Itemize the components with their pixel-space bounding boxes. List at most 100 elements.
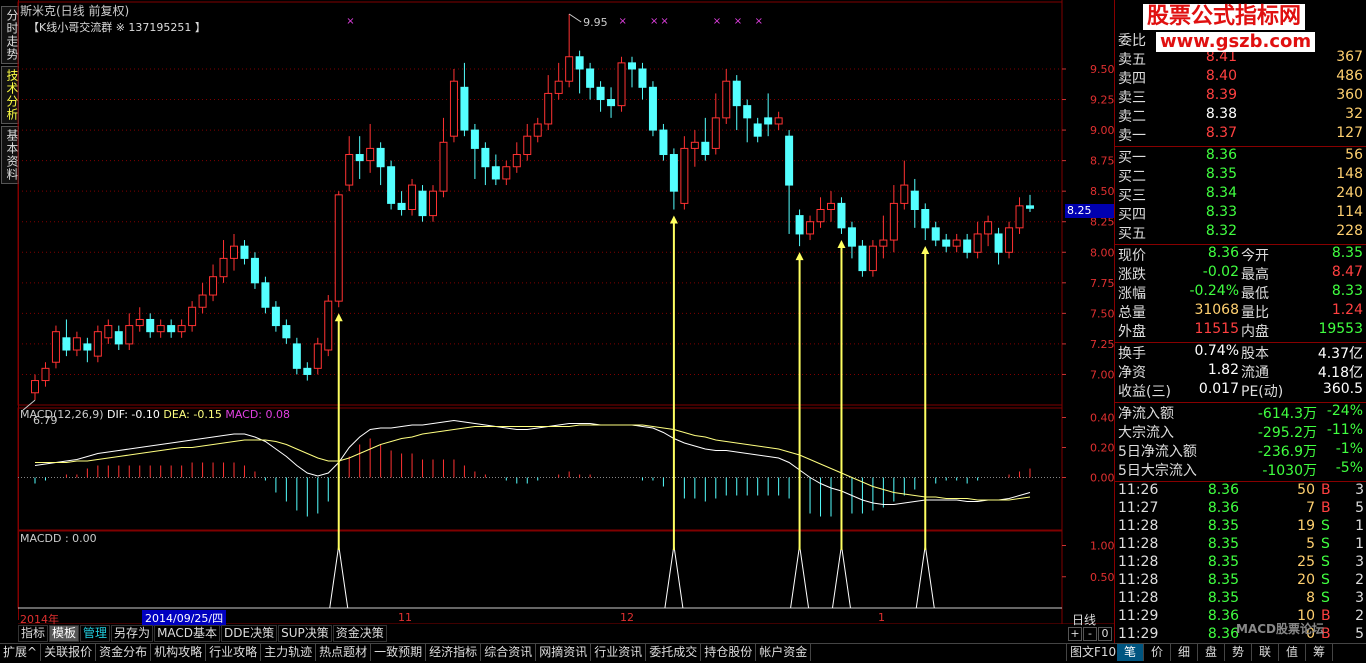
flow-value: -614.3万: [1257, 406, 1317, 422]
toolbar-button[interactable]: MACD基本: [154, 625, 221, 642]
candle-down: [418, 190, 427, 217]
candle-up: [816, 209, 825, 223]
macd-dif: DIF: -0.10: [107, 408, 160, 421]
bottom-function-button[interactable]: 关联报价: [41, 644, 97, 661]
candle-up: [900, 184, 909, 204]
price-tick-label: 7.75: [1090, 277, 1114, 290]
right-panel-tab[interactable]: 势: [1225, 644, 1252, 661]
bottom-function-button[interactable]: 持仓股份: [701, 644, 757, 661]
bottom-function-button[interactable]: 资金分布: [96, 644, 152, 661]
bottom-function-button[interactable]: 行业资讯: [591, 644, 647, 661]
flow-percent: -24%: [1326, 403, 1363, 419]
candle-down: [942, 239, 951, 247]
bottom-function-button[interactable]: 机构攻略: [151, 644, 207, 661]
flow-percent: -11%: [1326, 422, 1363, 438]
selected-date-label: 2014/09/25/四: [142, 610, 227, 626]
tick-side: S: [1321, 572, 1330, 588]
bottom-function-button[interactable]: 帐户资金: [756, 644, 812, 661]
buy-level-row: 买三 8.34 240: [1117, 185, 1365, 204]
bottom-function-button[interactable]: 网摘资讯: [536, 644, 592, 661]
tick-volume: 7: [1306, 500, 1315, 516]
right-panel-tab[interactable]: 笔: [1117, 644, 1144, 661]
fund-flow-row: 净流入额 -614.3万 -24%: [1117, 403, 1365, 422]
toolbar-button[interactable]: DDE决策: [221, 625, 278, 642]
zoom-reset-button[interactable]: 0: [1098, 627, 1112, 641]
top-signal-marker: ×: [650, 16, 658, 27]
toolbar-button[interactable]: 模板: [49, 625, 80, 642]
stat-value: 8.36: [1207, 245, 1239, 261]
candle-up: [868, 245, 877, 272]
right-panel-tab[interactable]: 筹: [1306, 644, 1333, 661]
candle-down: [837, 202, 846, 229]
candle-up: [209, 276, 218, 296]
macdd-tick-label: 1.00: [1090, 540, 1114, 553]
level-label: 卖三: [1118, 90, 1146, 106]
tick-row: 11:28 8.35 19 S 1: [1117, 518, 1365, 537]
price-tick-label: 8.75: [1090, 155, 1114, 168]
candle-up: [219, 257, 228, 278]
candle-up: [827, 202, 835, 210]
bottom-function-button[interactable]: 委托成交: [646, 644, 702, 661]
tick-row: 11:26 8.36 50 B 3: [1117, 482, 1365, 501]
flow-value: -1030万: [1262, 463, 1317, 479]
bottom-function-button[interactable]: 热点题材: [316, 644, 372, 661]
candle-up: [952, 239, 961, 247]
kline-chart[interactable]: 9.50 9.25 9.00 8.75 8.50 8.25 8.00 7.75 7.50 7.25…: [0, 0, 1114, 624]
toolbar-button[interactable]: 资金决策: [332, 625, 387, 642]
tick-count: 2: [1355, 572, 1364, 588]
toolbar-button[interactable]: SUP决策: [278, 625, 332, 642]
toolbar-button[interactable]: 指标: [18, 625, 49, 642]
level-price: 8.34: [1205, 185, 1237, 201]
price-tick-label: 7.25: [1090, 338, 1114, 351]
level-volume: 360: [1336, 87, 1363, 103]
toolbar-button[interactable]: 另存为: [111, 625, 154, 642]
tick-side: S: [1321, 554, 1330, 570]
level-volume: 148: [1336, 166, 1363, 182]
right-panel-tab[interactable]: 盘: [1198, 644, 1225, 661]
zoom-out-button[interactable]: -: [1083, 627, 1097, 641]
buy-level-row: 买五 8.32 228: [1117, 223, 1365, 242]
price-tick-label: 8.00: [1090, 246, 1114, 259]
bottom-function-button[interactable]: 图文F10: [1066, 644, 1121, 661]
bottom-function-button[interactable]: 扩展^: [0, 644, 42, 661]
toolbar-button[interactable]: 管理: [80, 625, 111, 642]
stat-label: 净资: [1118, 365, 1146, 381]
candle-up: [512, 154, 521, 168]
candle-up: [125, 325, 134, 345]
candle-up: [544, 92, 553, 125]
bottom-function-button[interactable]: 经济指标: [426, 644, 482, 661]
level-volume: 486: [1336, 68, 1363, 84]
right-panel-tab[interactable]: 价: [1144, 644, 1171, 661]
right-panel-tab[interactable]: 值: [1279, 644, 1306, 661]
level-price: 8.32: [1205, 223, 1237, 239]
candle-down: [481, 147, 490, 168]
fund-flow-row: 5日净流入额 -236.9万 -1%: [1117, 441, 1365, 460]
right-panel-tab[interactable]: 联: [1252, 644, 1279, 661]
period-label[interactable]: 日线: [1072, 611, 1096, 628]
tick-volume: 8: [1306, 590, 1315, 606]
top-signal-marker: ×: [619, 16, 627, 27]
candle-down: [628, 62, 636, 70]
price-tick-label: 7.00: [1090, 368, 1114, 381]
bottom-function-button[interactable]: 行业攻略: [206, 644, 262, 661]
zoom-in-button[interactable]: +: [1068, 627, 1082, 641]
candle-down: [83, 343, 92, 351]
candle-up: [711, 117, 720, 149]
level-label: 卖一: [1118, 128, 1146, 144]
stat-value: 31068: [1194, 302, 1239, 318]
stat-value: 4.37亿: [1317, 346, 1363, 362]
candle-down: [743, 105, 752, 119]
candle-down: [732, 80, 741, 107]
dea-line: [35, 424, 1031, 501]
watermark-url: www.gszb.com: [1156, 32, 1316, 52]
stat-value: -0.02: [1202, 264, 1239, 280]
level-label: 买二: [1118, 169, 1146, 185]
macd-tick-label: 0.20: [1090, 442, 1114, 455]
candle-down: [669, 154, 678, 192]
bottom-function-button[interactable]: 综合资讯: [481, 644, 537, 661]
bottom-function-button[interactable]: 一致预期: [371, 644, 427, 661]
right-panel-tab[interactable]: 细: [1171, 644, 1198, 661]
stat-label: 今开: [1241, 248, 1269, 264]
bottom-function-button[interactable]: 主力轨迹: [261, 644, 317, 661]
candle-up: [774, 117, 783, 125]
